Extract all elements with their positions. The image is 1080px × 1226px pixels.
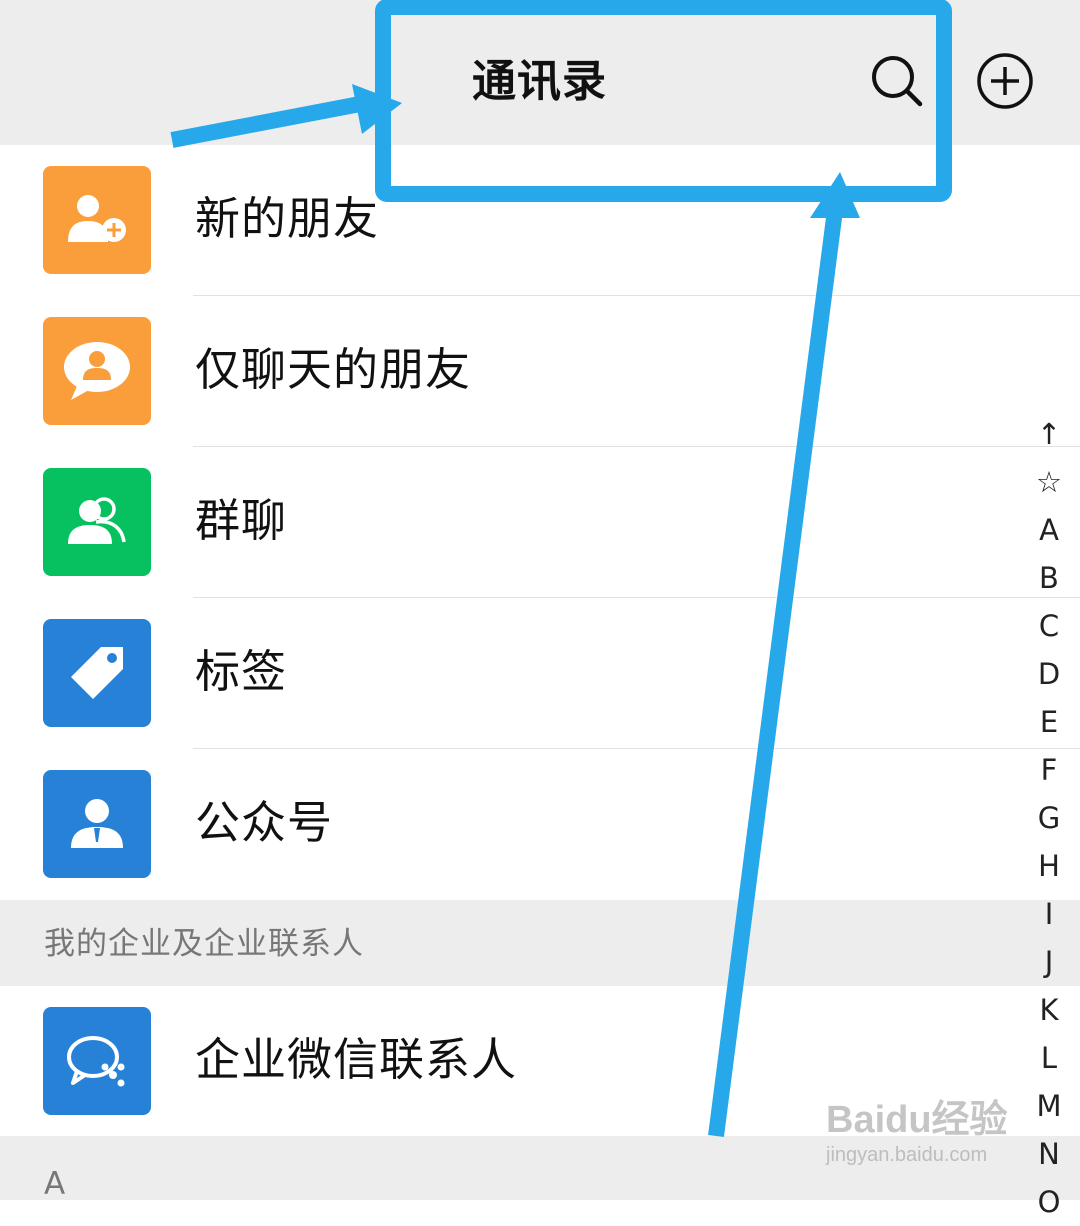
- index-letter[interactable]: F: [1024, 746, 1074, 794]
- wecom-contacts-label: 企业微信联系人: [195, 1033, 518, 1086]
- page-title: 通讯录: [472, 56, 607, 107]
- add-button[interactable]: [974, 52, 1036, 114]
- group-chats-item[interactable]: 群聊: [0, 447, 1080, 598]
- top-bar: 通讯录: [0, 0, 1080, 145]
- group-chat-icon-tile: [43, 468, 151, 576]
- new-friends-label: 新的朋友: [195, 192, 380, 245]
- official-account-icon-tile: [43, 770, 151, 878]
- search-icon: [872, 56, 923, 107]
- official-accounts-label: 公众号: [195, 796, 334, 849]
- watermark-url: jingyan.baidu.com: [826, 1144, 988, 1166]
- watermark-main: Baidu经验: [826, 1099, 1008, 1141]
- enterprise-section-header: 我的企业及企业联系人: [0, 900, 1080, 986]
- index-letter[interactable]: J: [1024, 938, 1074, 986]
- index-letter[interactable]: D: [1024, 650, 1074, 698]
- index-letter[interactable]: G: [1024, 794, 1074, 842]
- index-letter[interactable]: C: [1024, 602, 1074, 650]
- chat-only-friends-item[interactable]: 仅聊天的朋友: [0, 296, 1080, 447]
- wecom-icon-tile: [43, 1007, 151, 1115]
- index-letter[interactable]: N: [1024, 1130, 1074, 1178]
- index-letter[interactable]: L: [1024, 1034, 1074, 1082]
- index-letter[interactable]: B: [1024, 554, 1074, 602]
- group-chat-icon: [68, 497, 126, 544]
- group-chats-label: 群聊: [195, 494, 288, 547]
- tags-item[interactable]: 标签: [0, 598, 1080, 749]
- index-letter[interactable]: E: [1024, 698, 1074, 746]
- plus-circle-icon: [977, 53, 1033, 109]
- baidu-watermark: Baidu经验 jingyan.baidu.com: [826, 1098, 1026, 1178]
- index-letter[interactable]: A: [1024, 506, 1074, 554]
- chat-only-friend-icon: [64, 342, 130, 400]
- wecom-contacts-icon: [67, 1036, 125, 1087]
- tags-label: 标签: [195, 645, 288, 698]
- chat-only-friends-label: 仅聊天的朋友: [195, 343, 472, 396]
- add-friend-icon: [68, 195, 126, 242]
- chat-only-icon-tile: [43, 317, 151, 425]
- alphabet-index-bar[interactable]: ↑ ☆ A B C D E F G H I J K L M N O: [1024, 410, 1074, 1226]
- official-accounts-item[interactable]: 公众号: [0, 749, 1080, 900]
- index-up-arrow[interactable]: ↑: [1024, 410, 1074, 458]
- index-letter[interactable]: O: [1024, 1178, 1074, 1226]
- index-letter[interactable]: M: [1024, 1082, 1074, 1130]
- tag-icon: [71, 647, 123, 699]
- new-friends-icon-tile: [43, 166, 151, 274]
- search-button[interactable]: [868, 52, 926, 110]
- official-account-icon: [71, 799, 123, 848]
- enterprise-section-title: 我的企业及企业联系人: [44, 926, 364, 962]
- tags-icon-tile: [43, 619, 151, 727]
- contact-function-list: 新的朋友 仅聊天的朋友 群聊 标签 公众号: [0, 145, 1080, 900]
- letter-section-title: A: [44, 1166, 67, 1202]
- index-letter[interactable]: K: [1024, 986, 1074, 1034]
- index-letter[interactable]: H: [1024, 842, 1074, 890]
- new-friends-item[interactable]: 新的朋友: [0, 145, 1080, 296]
- index-star[interactable]: ☆: [1024, 458, 1074, 506]
- index-letter[interactable]: I: [1024, 890, 1074, 938]
